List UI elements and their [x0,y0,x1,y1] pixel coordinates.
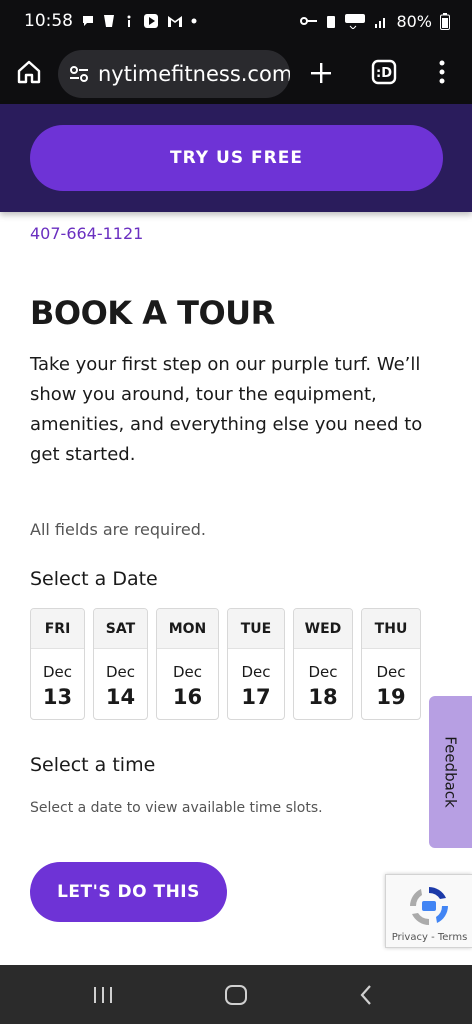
recaptcha-logo-icon [406,883,452,929]
date-month: Dec [308,663,338,681]
date-option-sat-14[interactable]: SAT Dec 14 [93,608,148,720]
site-settings-icon[interactable] [68,63,90,85]
notification-dot-icon [191,18,197,24]
required-note: All fields are required. [30,520,206,539]
tour-description: Take your first step on our purple turf.… [30,354,423,465]
promo-header: TRY US FREE [0,104,472,212]
recent-apps-icon[interactable] [92,985,114,1005]
date-month: Dec [42,663,73,681]
date-number: 19 [376,685,406,709]
back-nav-icon[interactable] [358,984,374,1006]
date-picker: FRI Dec 13 SAT Dec 14 MON Dec 16 TUE Dec… [30,608,421,720]
book-tour-section: 407-664-1121 BOOK A TOUR Take your first… [0,212,472,965]
status-bar: 10:58 80% [0,0,472,42]
time-section-label: Select a time [30,754,156,776]
date-number: 13 [42,685,73,709]
vpn-key-icon [300,16,318,26]
more-options-icon[interactable] [438,60,446,84]
battery-saver-icon [326,14,336,29]
info-icon [123,14,135,28]
url-text: nytimefitness.com [98,62,290,86]
battery-percent: 80% [396,11,432,31]
play-icon [143,13,159,29]
battery-icon [440,12,450,30]
cell-signal-icon [374,14,388,28]
date-number: 17 [241,685,271,709]
home-nav-icon[interactable] [224,984,248,1006]
date-day: MON [157,609,218,649]
date-number: 14 [105,685,136,709]
gmail-icon [167,15,183,28]
date-day: WED [294,609,352,649]
date-day: SAT [94,609,147,649]
date-month: Dec [105,663,136,681]
new-tab-icon[interactable] [309,61,333,85]
date-day: FRI [31,609,84,649]
date-month: Dec [241,663,271,681]
date-option-thu-19[interactable]: THU Dec 19 [361,608,421,720]
signal-5g-icon [344,13,366,29]
date-month: Dec [172,663,203,681]
cup-icon [103,14,115,28]
system-navigation-bar [0,965,472,1024]
browser-toolbar: nytimefitness.com :D [0,42,472,104]
clock: 10:58 [24,11,73,31]
page-title: BOOK A TOUR [30,294,275,332]
recaptcha-terms[interactable]: Privacy - Terms [386,932,472,943]
date-number: 16 [172,685,203,709]
feedback-tab[interactable]: Feedback [429,696,472,848]
date-option-tue-17[interactable]: TUE Dec 17 [227,608,285,720]
feedback-label: Feedback [441,736,460,808]
date-month: Dec [376,663,406,681]
date-day: TUE [228,609,284,649]
chat-bubble-icon [81,14,95,28]
time-hint: Select a date to view available time slo… [30,800,323,816]
date-section-label: Select a Date [30,568,158,590]
phone-link[interactable]: 407-664-1121 [30,224,143,243]
date-number: 18 [308,685,338,709]
try-us-free-button[interactable]: TRY US FREE [30,125,443,191]
date-day: THU [362,609,420,649]
home-icon[interactable] [16,59,42,85]
address-bar[interactable]: nytimefitness.com [58,50,290,98]
date-option-mon-16[interactable]: MON Dec 16 [156,608,219,720]
date-option-wed-18[interactable]: WED Dec 18 [293,608,353,720]
svg-text::D: :D [376,66,392,81]
lets-do-this-button[interactable]: LET'S DO THIS [30,862,227,922]
date-option-fri-13[interactable]: FRI Dec 13 [30,608,85,720]
tab-switcher-icon[interactable]: :D [371,59,397,85]
recaptcha-badge[interactable]: Privacy - Terms [385,874,472,948]
